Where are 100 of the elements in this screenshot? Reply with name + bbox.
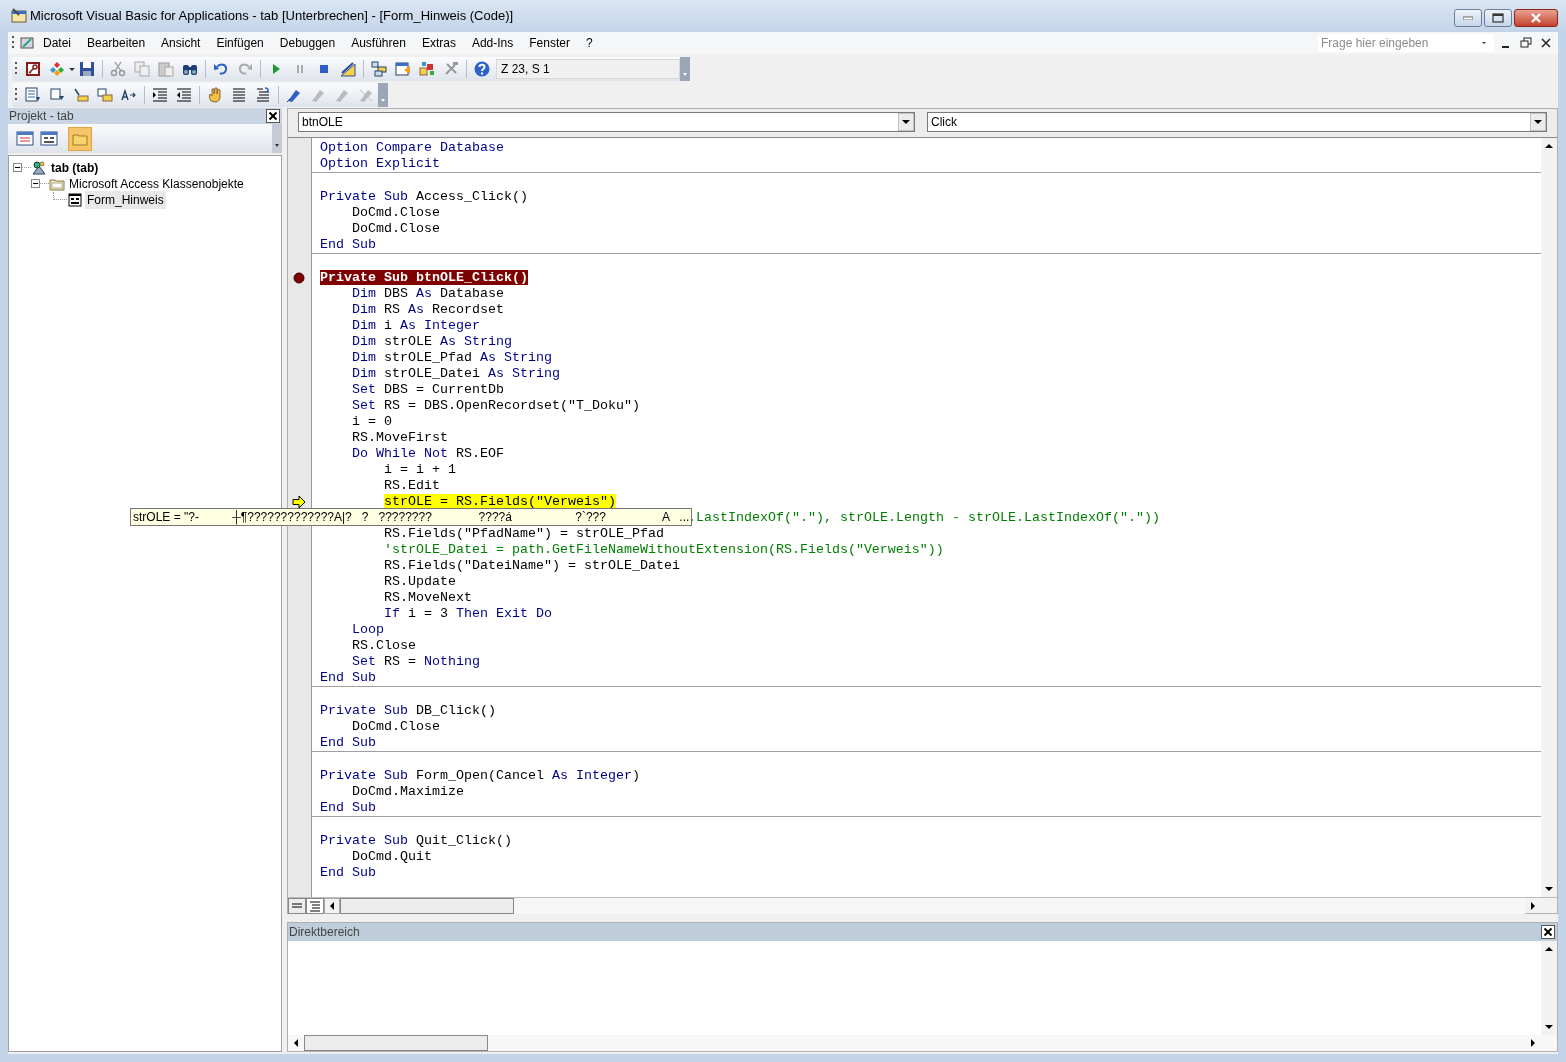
full-module-view-icon[interactable] xyxy=(306,897,324,914)
tree-item[interactable]: Microsoft Access Klassenobjekte xyxy=(67,175,246,193)
menu-item[interactable]: Debuggen xyxy=(279,34,336,52)
indent-icon[interactable] xyxy=(152,87,168,103)
toolbar-grip[interactable] xyxy=(15,61,18,77)
quick-info-icon[interactable] xyxy=(73,87,89,103)
vertical-scrollbar[interactable] xyxy=(1541,941,1557,1035)
menu-item[interactable]: Ansicht xyxy=(161,34,201,52)
dropdown-arrow-icon[interactable] xyxy=(898,113,914,131)
help-search-field[interactable]: Frage hier eingeben xyxy=(1318,34,1494,52)
code-line: Option Compare Database xyxy=(319,140,505,156)
toolbar-grip[interactable] xyxy=(15,87,18,103)
code-line: RS.Close xyxy=(351,638,417,654)
object-dropdown[interactable]: btnOLE xyxy=(298,112,915,132)
code-line: End Sub xyxy=(319,735,377,751)
minimize-button[interactable] xyxy=(1454,9,1482,27)
code-line: Set RS = DBS.OpenRecordset("T_Doku") xyxy=(351,398,641,414)
menu-item[interactable]: Extras xyxy=(421,34,456,52)
tools-icon[interactable] xyxy=(443,61,459,77)
close-icon[interactable] xyxy=(1541,925,1555,939)
code-line: Dim strOLE_Datei As String xyxy=(351,366,561,382)
code-line: DoCmd.Close xyxy=(351,719,441,735)
code-line: i = i + 1 xyxy=(383,462,457,478)
app-icon xyxy=(10,7,28,25)
outdent-icon[interactable] xyxy=(176,87,192,103)
breakpoint-icon[interactable] xyxy=(292,270,306,286)
code-line: End Sub xyxy=(319,670,377,686)
window-title: Microsoft Visual Basic for Applications - tab [Unterbrechen] - [Form_Hinweis (Code)] xyxy=(30,7,514,26)
hand-icon[interactable] xyxy=(207,87,223,103)
code-line: RS.MoveFirst xyxy=(351,430,449,446)
procedure-view-icon[interactable] xyxy=(288,897,306,914)
scroll-left-icon[interactable] xyxy=(324,897,340,914)
list-properties-icon[interactable] xyxy=(25,87,41,103)
menu-item[interactable]: Ausführen xyxy=(351,34,406,52)
scrollbar-thumb[interactable] xyxy=(340,897,514,914)
folder-icon xyxy=(49,176,65,192)
code-line: Dim DBS As Database xyxy=(351,286,505,302)
menu-item[interactable]: Einfügen xyxy=(216,34,264,52)
scrollbar-thumb[interactable] xyxy=(304,1035,488,1051)
maximize-button[interactable] xyxy=(1484,9,1512,27)
list-constants-icon[interactable] xyxy=(49,87,65,103)
code-line: Set DBS = CurrentDb xyxy=(351,382,505,398)
code-line: End Sub xyxy=(319,237,377,253)
code-line: Loop xyxy=(351,622,385,638)
close-icon[interactable] xyxy=(266,109,280,123)
menu-item[interactable]: Fenster xyxy=(529,34,570,52)
menu-item[interactable]: Datei xyxy=(43,34,71,52)
object-browser-icon[interactable] xyxy=(419,61,435,77)
code-line: If i = 3 Then Exit Do xyxy=(383,606,553,622)
code-line: DoCmd.Maximize xyxy=(351,784,465,800)
procedure-dropdown[interactable]: Click xyxy=(927,112,1547,132)
code-line: i = 0 xyxy=(351,414,393,430)
undo-icon[interactable] xyxy=(213,61,229,77)
toggle-folders-button[interactable] xyxy=(68,126,92,151)
code-line: Dim strOLE_Pfad As String xyxy=(351,350,553,366)
parameter-info-icon[interactable] xyxy=(97,87,113,103)
comment-block-icon[interactable] xyxy=(231,87,247,103)
toolbar-grip[interactable] xyxy=(12,35,15,51)
complete-word-icon[interactable] xyxy=(121,87,137,103)
close-icon xyxy=(1530,13,1542,23)
properties-icon[interactable] xyxy=(395,61,411,77)
vertical-scrollbar[interactable] xyxy=(1541,138,1557,897)
tree-item[interactable]: Form_Hinweis xyxy=(85,191,166,209)
close-icon[interactable] xyxy=(1540,37,1552,49)
close-button[interactable] xyxy=(1514,9,1558,27)
cut-icon[interactable] xyxy=(110,61,126,77)
code-line: Set RS = Nothing xyxy=(351,654,481,670)
code-line: Option Explicit xyxy=(319,156,441,172)
tree-item[interactable]: tab (tab) xyxy=(49,159,101,177)
folder-icon xyxy=(72,131,88,146)
code-line: Dim RS As Recordset xyxy=(351,302,505,318)
code-line: Private Sub DB_Click() xyxy=(319,703,497,719)
menu-item[interactable]: Bearbeiten xyxy=(87,34,146,52)
help-icon[interactable] xyxy=(474,61,490,77)
restore-icon[interactable] xyxy=(1520,37,1532,49)
document-icon[interactable] xyxy=(19,35,35,51)
code-line: End Sub xyxy=(319,800,377,816)
data-tip: strOLE = "?- ┼¶?????????????A|? ? ???????? ????á ?`??? A ... xyxy=(130,508,693,526)
maximize-icon xyxy=(1492,13,1504,23)
code-line: Do While Not RS.EOF xyxy=(351,446,505,462)
code-line: Dim i As Integer xyxy=(351,318,481,334)
save-icon[interactable] xyxy=(79,61,95,77)
bookmark-icon[interactable] xyxy=(286,87,302,103)
code-line: Private Sub Access_Click() xyxy=(319,189,529,205)
code-line: End Sub xyxy=(319,865,377,881)
dropdown-arrow-icon[interactable] xyxy=(1530,113,1546,131)
menu-item[interactable]: Add-Ins xyxy=(471,34,514,52)
code-line: RS.Edit xyxy=(383,478,441,494)
form-icon xyxy=(67,192,83,208)
project-icon xyxy=(31,160,47,176)
project-explorer-icon[interactable] xyxy=(371,61,387,77)
code-line: RS.Fields("PfadName") = strOLE_Pfad xyxy=(383,526,665,542)
shapes-icon[interactable] xyxy=(49,61,65,77)
code-line: DoCmd.Close xyxy=(351,205,441,221)
ruler-icon[interactable] xyxy=(340,61,356,77)
uncomment-block-icon[interactable] xyxy=(255,87,271,103)
menu-item[interactable]: ? xyxy=(585,34,593,52)
code-comment: 'strOLE_Datei = path.GetFileNameWithoutExtension(RS.Fields("Verweis")) xyxy=(383,542,945,558)
code-line: DoCmd.Quit xyxy=(351,849,433,865)
key-icon[interactable] xyxy=(25,61,41,77)
